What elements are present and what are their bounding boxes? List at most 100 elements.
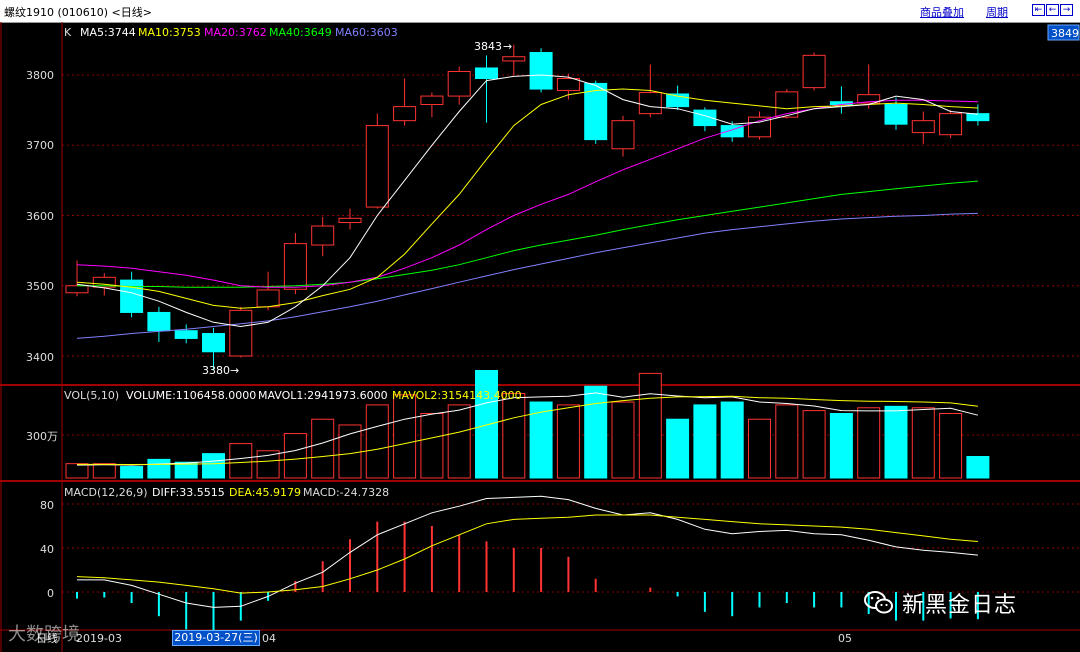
candle-down bbox=[884, 104, 908, 125]
volume-bar bbox=[65, 463, 89, 479]
candle-down bbox=[174, 330, 198, 339]
low-arrow-icon: → bbox=[230, 364, 239, 377]
volume-bar bbox=[802, 410, 826, 479]
candle-up bbox=[638, 92, 662, 115]
candle-up bbox=[447, 70, 471, 97]
volume-bar bbox=[638, 372, 662, 479]
vol-label: VOL(5,10) bbox=[64, 389, 119, 402]
macd-y-tick-80: 80 bbox=[40, 499, 54, 512]
x-label-04: 04 bbox=[262, 632, 276, 645]
volume-bar bbox=[666, 418, 690, 479]
candle-up bbox=[802, 54, 826, 89]
volume-bar bbox=[338, 424, 362, 479]
volume-bar bbox=[447, 404, 471, 479]
ma20-label: MA20:3762 bbox=[204, 26, 267, 39]
candle-up bbox=[556, 78, 580, 91]
candle-up bbox=[365, 125, 389, 208]
volume-bar bbox=[748, 418, 771, 479]
candle-up bbox=[229, 309, 253, 357]
nav-next-icon[interactable]: → bbox=[1060, 4, 1073, 16]
volume-bar bbox=[857, 407, 881, 479]
period-link[interactable]: 周期 bbox=[986, 4, 1008, 20]
volume-bar bbox=[120, 466, 144, 479]
y-tick-3700: 3700 bbox=[26, 139, 54, 152]
candle-down bbox=[147, 311, 171, 332]
volume-bar bbox=[475, 370, 498, 479]
candle-up bbox=[939, 113, 963, 136]
wechat-icon bbox=[864, 591, 893, 614]
kline-window: { "titlebar": {"title": "螺纹1910 (010610)… bbox=[0, 0, 1080, 652]
volume-bar bbox=[584, 385, 608, 479]
candle-down bbox=[966, 113, 990, 122]
volume-bar bbox=[611, 401, 635, 479]
y-tick-3500: 3500 bbox=[26, 280, 54, 293]
volume-bar bbox=[775, 404, 799, 479]
volume-bar bbox=[884, 405, 908, 479]
macd-label: MACD(12,26,9) bbox=[64, 486, 148, 499]
ma40-line bbox=[77, 180, 978, 288]
volume-bar bbox=[92, 463, 116, 479]
ma10-label: MA10:3753 bbox=[138, 26, 201, 39]
y-tick-3800: 3800 bbox=[26, 69, 54, 82]
watermark-logo: 大数跨境 bbox=[8, 624, 80, 645]
candle-up bbox=[911, 120, 935, 134]
candle-down bbox=[529, 52, 553, 90]
ma5-label: MA5:3744 bbox=[80, 26, 136, 39]
nav-prev-icon[interactable]: ← bbox=[1046, 4, 1059, 16]
ma20-line bbox=[76, 99, 978, 288]
title-bar: 螺纹1910 (010610) <日线> 商品叠加 周期 ⇤ ← → bbox=[0, 0, 1080, 23]
macd-value: MACD:-24.7328 bbox=[303, 486, 389, 499]
volume-bar bbox=[229, 443, 253, 479]
vol-y-tick: 300万 bbox=[26, 430, 58, 443]
diff-value: DIFF:33.5515 bbox=[152, 486, 225, 499]
volume-bar bbox=[720, 401, 744, 479]
mavol1-value: MAVOL1:2941973.6000 bbox=[258, 389, 388, 402]
diff-line bbox=[77, 495, 978, 608]
candle-down bbox=[475, 67, 498, 80]
ma10-line bbox=[76, 88, 978, 309]
last-price-value: 3849 bbox=[1051, 27, 1079, 40]
volume-bar bbox=[502, 392, 526, 479]
volume-bar bbox=[420, 413, 444, 479]
x-label-2019-03: 2019-03 bbox=[76, 632, 122, 645]
high-arrow-icon: → bbox=[503, 40, 512, 53]
y-tick-3600: 3600 bbox=[26, 210, 54, 223]
volume-bar bbox=[911, 407, 935, 479]
nav-first-icon[interactable]: ⇤ bbox=[1032, 4, 1045, 16]
candle-up bbox=[256, 289, 280, 308]
ma60-line bbox=[76, 212, 978, 339]
candle-up bbox=[611, 120, 635, 150]
volume-bar bbox=[147, 458, 171, 479]
volume-bar bbox=[939, 413, 963, 479]
volume-bar bbox=[256, 450, 280, 479]
ma40-label: MA40:3649 bbox=[269, 26, 332, 39]
candle-up bbox=[311, 225, 335, 246]
y-tick-3400: 3400 bbox=[26, 351, 54, 364]
ma60-label: MA60:3603 bbox=[335, 26, 398, 39]
dea-value: DEA:45.9179 bbox=[229, 486, 301, 499]
ma5-line bbox=[76, 74, 978, 328]
wechat-watermark: 新黑金日志 bbox=[864, 586, 1017, 620]
chart-title: 螺纹1910 (010610) <日线> bbox=[4, 6, 152, 19]
kline-chart[interactable]: K MA5:3744 MA10:3753 MA20:3762 MA40:3649… bbox=[0, 22, 1080, 652]
dea-line bbox=[76, 514, 978, 594]
macd-y-tick-0: 0 bbox=[47, 587, 54, 600]
volume-bar bbox=[556, 404, 580, 479]
mavol2-value: MAVOL2:3154143.4000 bbox=[392, 389, 522, 402]
candle-up bbox=[65, 285, 89, 294]
volume-bar bbox=[311, 418, 335, 479]
volume-bar bbox=[393, 394, 417, 479]
volume-bar bbox=[693, 404, 717, 479]
volume-bar bbox=[283, 433, 307, 479]
candle-down bbox=[202, 333, 225, 353]
wechat-account-name: 新黑金日志 bbox=[902, 593, 1018, 618]
x-label-05: 05 bbox=[838, 632, 852, 645]
overlay-commodity-link[interactable]: 商品叠加 bbox=[920, 4, 964, 20]
cursor-date-tag: 2019-03-27(三) bbox=[172, 630, 260, 646]
candle-up bbox=[338, 217, 362, 224]
macd-y-tick-40: 40 bbox=[40, 543, 54, 556]
candle-up bbox=[393, 106, 417, 122]
candle-down bbox=[120, 279, 144, 313]
volume-value: VOLUME:1106458.0000 bbox=[126, 389, 256, 402]
low-price-label: 3380 bbox=[202, 364, 230, 377]
